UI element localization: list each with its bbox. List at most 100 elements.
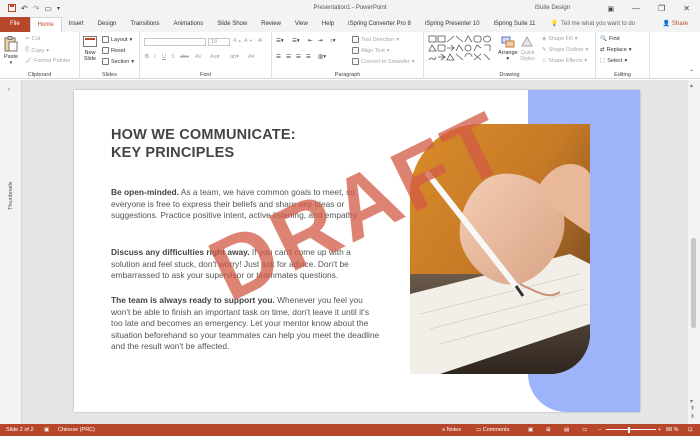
normal-view-icon[interactable]: ▣ (528, 424, 533, 436)
fit-to-window-icon[interactable]: ⊡ (688, 424, 693, 436)
zoom-out-icon[interactable]: − (598, 424, 601, 436)
format-painter-button[interactable]: 🖌 Format Painter (25, 58, 70, 64)
paste-button[interactable]: Paste ▾ (4, 36, 18, 66)
tab-design[interactable]: Design (91, 17, 124, 32)
tab-ispring-converter[interactable]: iSpring Converter Pro 8 (341, 17, 418, 32)
slide-title[interactable]: HOW WE COMMUNICATE: KEY PRINCIPLES (111, 126, 296, 162)
comments-button[interactable]: ▭ Comments (476, 424, 509, 436)
convert-smartart-button[interactable]: Convert to SmartArt ▾ (352, 58, 414, 65)
next-slide-icon[interactable]: ⇟ (690, 413, 695, 420)
find-button[interactable]: 🔍 Find (600, 36, 620, 42)
reset-button[interactable]: Reset (102, 47, 125, 54)
font-grow-button[interactable]: A ▴ (233, 38, 241, 44)
reset-label: Reset (111, 47, 126, 54)
slide-canvas[interactable]: HOW WE COMMUNICATE: KEY PRINCIPLES Be op… (74, 90, 640, 412)
customize-toolbar-icon[interactable]: ▾ (57, 5, 60, 12)
align-right-button[interactable]: ☰ (296, 54, 301, 60)
shape-fill-label: Shape Fill (548, 36, 573, 42)
arrange-button[interactable]: Arrange ▾ (498, 36, 518, 62)
copy-button[interactable]: ⎘ Copy ▾ (25, 47, 49, 54)
justify-button[interactable]: ☰ (306, 54, 311, 60)
center-button[interactable]: ☰ (286, 54, 291, 60)
tab-ispring-suite[interactable]: iSpring Suite 11 (487, 17, 543, 32)
user-name[interactable]: iSuite Design (535, 0, 570, 17)
highlight-button[interactable]: ab▾ (230, 54, 239, 60)
tab-file[interactable]: File (0, 17, 30, 32)
strikethrough-button[interactable]: abc (180, 54, 189, 60)
cut-button[interactable]: ✂ Cut (25, 36, 40, 42)
previous-slide-icon[interactable]: ⇞ (690, 405, 695, 412)
font-name-box[interactable] (144, 38, 206, 46)
close-button[interactable]: ✕ (683, 4, 690, 13)
scroll-up-icon[interactable]: ▴ (690, 82, 693, 89)
tab-animations[interactable]: Animations (167, 17, 211, 32)
share-button[interactable]: 👤 Share (663, 17, 688, 32)
tab-review[interactable]: Review (254, 17, 288, 32)
line-spacing-button[interactable]: ↕▾ (330, 38, 336, 44)
char-spacing-button[interactable]: AV (195, 54, 202, 60)
italic-button[interactable]: I (154, 54, 156, 60)
arrange-icon (501, 36, 515, 50)
tab-slide-show[interactable]: Slide Show (210, 17, 254, 32)
text-direction-button[interactable]: Text Direction ▾ (352, 36, 399, 43)
ribbon-display-icon[interactable]: ▣ (608, 5, 615, 13)
shape-effects-button[interactable]: ◇ Shape Effects ▾ (542, 58, 587, 64)
language-indicator[interactable]: Chinese (PRC) (58, 424, 95, 436)
zoom-level[interactable]: 88 % (666, 424, 679, 436)
minimize-button[interactable]: — (632, 4, 640, 13)
start-from-beginning-icon[interactable]: ▭ (44, 4, 52, 13)
tab-home[interactable]: Home (29, 17, 62, 32)
zoom-in-icon[interactable]: + (658, 424, 661, 436)
align-text-button[interactable]: Align Text ▾ (352, 47, 390, 54)
paste-icon (4, 36, 18, 54)
redo-icon[interactable]: ↷ (33, 4, 40, 13)
columns-button[interactable]: ▥▾ (318, 54, 326, 60)
slide-sorter-icon[interactable]: ⊞ (546, 424, 551, 436)
tab-insert[interactable]: Insert (62, 17, 91, 32)
clear-format-button[interactable]: A̸ (258, 38, 262, 44)
tell-me-search[interactable]: 💡 Tell me what you want to do (543, 17, 636, 32)
decrease-indent-button[interactable]: ⇤ (308, 38, 313, 44)
tab-transitions[interactable]: Transitions (123, 17, 166, 32)
tab-ispring-presenter[interactable]: iSpring Presenter 10 (418, 17, 487, 32)
notes-button[interactable]: ≡ Notes (442, 424, 461, 436)
align-left-button[interactable]: ☰ (276, 54, 281, 60)
quick-styles-button[interactable]: Quick Styles (520, 35, 535, 62)
comment-icon: ▭ (476, 427, 483, 433)
bullets-button[interactable]: ☰▾ (276, 38, 284, 44)
change-case-button[interactable]: Aa▾ (210, 54, 220, 60)
replace-button[interactable]: ⇄ Replace ▾ (600, 47, 632, 53)
numbering-button[interactable]: ☰▾ (292, 38, 300, 44)
new-slide-button[interactable]: New Slide (83, 36, 97, 62)
zoom-slider[interactable] (606, 429, 656, 430)
shadow-button[interactable]: S (171, 54, 175, 60)
shapes-gallery[interactable] (428, 35, 494, 67)
reset-icon (102, 47, 109, 54)
vertical-scrollbar[interactable]: ▴ ▾ ⇞ ⇟ (688, 80, 700, 424)
font-shrink-button[interactable]: A ▾ (244, 38, 252, 44)
undo-icon[interactable]: ↶ (21, 4, 28, 13)
tab-help[interactable]: Help (315, 17, 341, 32)
tab-view[interactable]: View (288, 17, 315, 32)
select-button[interactable]: ⬚ Select ▾ (600, 58, 627, 64)
shape-fill-button[interactable]: ◈ Shape Fill ▾ (542, 36, 577, 42)
section-button[interactable]: Section ▾ (102, 58, 134, 65)
reading-view-icon[interactable]: ▤ (564, 424, 569, 436)
zoom-slider-thumb[interactable] (628, 427, 630, 433)
slideshow-icon[interactable]: ▭ (582, 424, 587, 436)
font-size-box[interactable]: 18 (208, 38, 230, 46)
expand-thumbnails-icon[interactable]: › (8, 87, 10, 93)
font-color-button[interactable]: A▾ (248, 54, 254, 60)
layout-button[interactable]: Layout ▾ (102, 36, 132, 43)
underline-button[interactable]: U (162, 54, 166, 60)
spelling-icon[interactable]: ▣ (44, 424, 49, 436)
bold-button[interactable]: B (145, 54, 149, 60)
increase-indent-button[interactable]: ⇥ (318, 38, 323, 44)
shape-outline-button[interactable]: ✎ Shape Outline ▾ (542, 47, 588, 53)
restore-button[interactable]: ❐ (658, 4, 665, 13)
scroll-down-icon[interactable]: ▾ (690, 398, 693, 405)
scrollbar-thumb[interactable] (691, 238, 696, 328)
save-icon[interactable] (8, 3, 16, 14)
thumbnails-pane[interactable]: › Thumbnails (0, 80, 22, 424)
collapse-ribbon-icon[interactable]: ⌃ (689, 69, 694, 76)
